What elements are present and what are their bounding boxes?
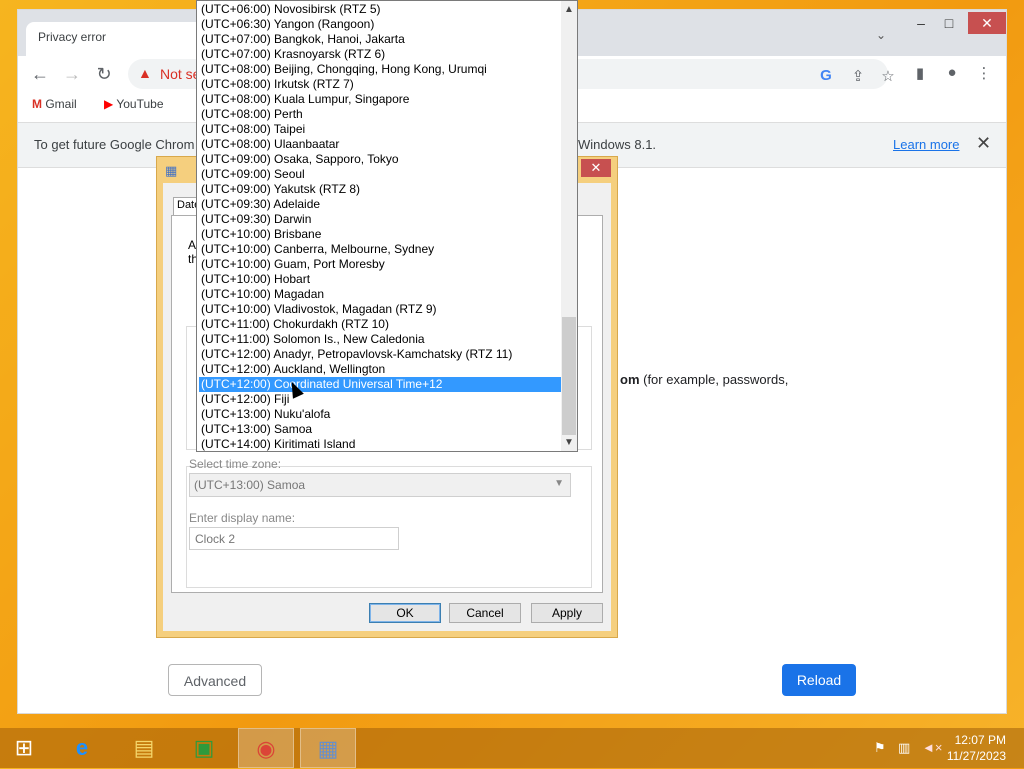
date-time-dialog-icon: ▦ xyxy=(165,163,178,178)
scroll-up-icon[interactable]: ▲ xyxy=(561,1,577,18)
action-center-flag-icon[interactable]: ⚑ xyxy=(874,740,886,756)
time-zone-option[interactable]: (UTC+10:00) Guam, Port Moresby xyxy=(199,257,561,272)
time-zone-option[interactable]: (UTC+09:30) Adelaide xyxy=(199,197,561,212)
side-panel-icon[interactable]: ▮ xyxy=(910,64,930,82)
time-zone-option[interactable]: (UTC+08:00) Beijing, Chongqing, Hong Kon… xyxy=(199,62,561,77)
time-zone-option[interactable]: (UTC+08:00) Ulaanbaatar xyxy=(199,137,561,152)
error-description-rest: (for example, passwords, xyxy=(639,372,789,387)
time-zone-option[interactable]: (UTC+13:00) Nuku'alofa xyxy=(199,407,561,422)
store-icon: ▣ xyxy=(193,735,215,760)
reload-icon[interactable]: ↻ xyxy=(92,62,116,86)
apply-button[interactable]: Apply xyxy=(531,603,603,623)
time-zone-option[interactable]: (UTC+09:00) Seoul xyxy=(199,167,561,182)
dialog-close-button[interactable]: ✕ xyxy=(581,159,611,177)
time-zone-option[interactable]: (UTC+10:00) Vladivostok, Magadan (RTZ 9) xyxy=(199,302,561,317)
address-text: Not se xyxy=(160,66,201,82)
volume-muted-icon[interactable]: ◄× xyxy=(922,740,942,755)
infobar-close-icon[interactable]: ✕ xyxy=(976,133,991,154)
chrome-icon: ◉ xyxy=(256,736,276,761)
forward-icon[interactable]: → xyxy=(60,62,84,86)
taskbar-store[interactable]: ▣ xyxy=(178,728,230,768)
time-zone-option[interactable]: (UTC+09:00) Yakutsk (RTZ 8) xyxy=(199,182,561,197)
profile-avatar-icon[interactable]: ● xyxy=(942,64,962,81)
time-zone-option[interactable]: (UTC+10:00) Magadan xyxy=(199,287,561,302)
time-zone-option[interactable]: (UTC+11:00) Chokurdakh (RTZ 10) xyxy=(199,317,561,332)
time-zone-option[interactable]: (UTC+08:00) Taipei xyxy=(199,122,561,137)
time-zone-option[interactable]: (UTC+06:00) Novosibirsk (RTZ 5) xyxy=(199,2,561,17)
scroll-down-icon[interactable]: ▼ xyxy=(561,434,577,451)
infobar-text-end: Windows 8.1. xyxy=(578,137,657,152)
error-description: om (for example, passwords, xyxy=(620,372,788,387)
time-zone-option[interactable]: (UTC+09:00) Osaka, Sapporo, Tokyo xyxy=(199,152,561,167)
back-icon[interactable]: ← xyxy=(28,62,52,86)
cancel-button[interactable]: Cancel xyxy=(449,603,521,623)
time-zone-option[interactable]: (UTC+14:00) Kiritimati Island xyxy=(199,437,561,451)
chevron-down-icon: ▼ xyxy=(554,478,564,489)
time-zone-option[interactable]: (UTC+09:30) Darwin xyxy=(199,212,561,227)
bookmark-label: Gmail xyxy=(45,97,77,111)
tab-title: Privacy error xyxy=(38,30,107,44)
panel-text: A xyxy=(188,238,197,252)
network-icon[interactable]: ▥ xyxy=(898,740,910,756)
share-icon[interactable]: ⇪ xyxy=(848,67,868,85)
date-time-icon: ▦ xyxy=(317,736,339,761)
error-description-bold: om xyxy=(620,372,640,387)
start-button[interactable]: ⊞ xyxy=(0,728,48,768)
time-zone-option[interactable]: (UTC+08:00) Kuala Lumpur, Singapore xyxy=(199,92,561,107)
taskbar-date-time[interactable]: ▦ xyxy=(300,728,356,768)
minimize-button[interactable]: – xyxy=(906,12,936,34)
time-zone-option[interactable]: (UTC+10:00) Canberra, Melbourne, Sydney xyxy=(199,242,561,257)
bookmark-gmail[interactable]: M Gmail xyxy=(32,97,77,111)
display-name-label: Enter display name: xyxy=(189,511,296,525)
time-zone-option[interactable]: (UTC+12:00) Fiji xyxy=(199,392,561,407)
reload-button[interactable]: Reload xyxy=(782,664,856,696)
bookmark-star-icon[interactable]: ☆ xyxy=(878,67,898,85)
google-lens-icon[interactable]: G xyxy=(816,67,836,84)
youtube-icon: ▶ xyxy=(104,97,114,111)
time-zone-option[interactable]: (UTC+08:00) Perth xyxy=(199,107,561,122)
taskbar-internet-explorer[interactable]: e xyxy=(56,728,108,768)
time-zone-option[interactable]: (UTC+12:00) Coordinated Universal Time+1… xyxy=(199,377,561,392)
display-name-field[interactable]: Clock 2 xyxy=(189,527,399,550)
taskbar-chrome[interactable]: ◉ xyxy=(238,728,294,768)
time-zone-option[interactable]: (UTC+13:00) Samoa xyxy=(199,422,561,437)
advanced-button[interactable]: Advanced xyxy=(168,664,262,696)
bookmark-youtube[interactable]: ▶ YouTube xyxy=(104,97,164,111)
maximize-button[interactable]: □ xyxy=(934,12,964,34)
clock-time[interactable]: 12:07 PM xyxy=(946,733,1006,747)
learn-more-link[interactable]: Learn more xyxy=(893,137,959,152)
time-zone-option[interactable]: (UTC+11:00) Solomon Is., New Caledonia xyxy=(199,332,561,347)
infobar-text: To get future Google Chrom xyxy=(34,137,195,152)
internet-explorer-icon: e xyxy=(75,735,89,760)
dropdown-scrollbar[interactable]: ▲ ▼ xyxy=(561,1,577,451)
taskbar: ⊞ e ▤ ▣ ◉ ▦ ⚑ ▥ ◄× 12:07 PM 11/27/2023 xyxy=(0,728,1024,768)
not-secure-warning-icon: ▲ xyxy=(138,65,152,81)
time-zone-option[interactable]: (UTC+08:00) Irkutsk (RTZ 7) xyxy=(199,77,561,92)
taskbar-file-explorer[interactable]: ▤ xyxy=(118,728,170,768)
scrollbar-thumb[interactable] xyxy=(562,317,576,435)
time-zone-option[interactable]: (UTC+10:00) Brisbane xyxy=(199,227,561,242)
gmail-icon: M xyxy=(32,97,42,111)
clock-date[interactable]: 11/27/2023 xyxy=(946,749,1006,763)
time-zone-option[interactable]: (UTC+12:00) Anadyr, Petropavlovsk-Kamcha… xyxy=(199,347,561,362)
window-close-button[interactable]: ✕ xyxy=(968,12,1006,34)
ok-button[interactable]: OK xyxy=(369,603,441,623)
select-time-zone-label: Select time zone: xyxy=(189,457,282,471)
menu-kebab-icon[interactable]: ⋮ xyxy=(974,64,994,82)
time-zone-option[interactable]: (UTC+10:00) Hobart xyxy=(199,272,561,287)
tab-search-icon[interactable]: ⌄ xyxy=(876,28,886,42)
time-zone-dropdown-list[interactable]: (UTC+06:00) Novosibirsk (RTZ 5) (UTC+06:3… xyxy=(196,0,578,452)
time-zone-select[interactable]: (UTC+13:00) Samoa ▼ xyxy=(189,473,571,497)
time-zone-option[interactable]: (UTC+07:00) Krasnoyarsk (RTZ 6) xyxy=(199,47,561,62)
time-zone-option[interactable]: (UTC+12:00) Auckland, Wellington xyxy=(199,362,561,377)
time-zone-option[interactable]: (UTC+06:30) Yangon (Rangoon) xyxy=(199,17,561,32)
bookmark-label: YouTube xyxy=(116,97,164,111)
start-icon: ⊞ xyxy=(14,735,34,760)
file-explorer-icon: ▤ xyxy=(133,735,155,760)
time-zone-select-value: (UTC+13:00) Samoa xyxy=(194,478,306,492)
time-zone-option[interactable]: (UTC+07:00) Bangkok, Hanoi, Jakarta xyxy=(199,32,561,47)
